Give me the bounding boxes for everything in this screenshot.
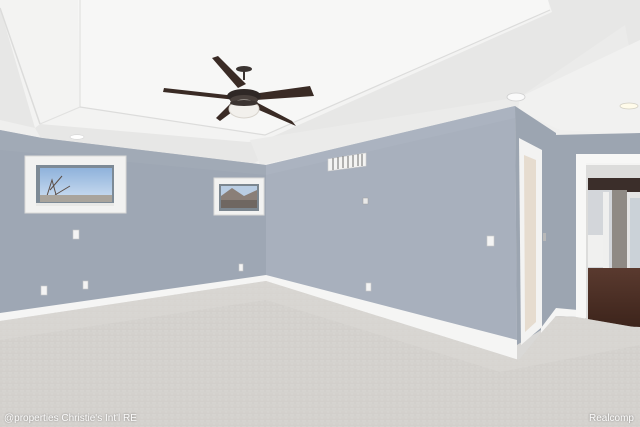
right-wall bbox=[515, 106, 640, 345]
recessed-light bbox=[69, 134, 85, 140]
smoke-detector bbox=[506, 92, 526, 102]
thermostat bbox=[362, 197, 369, 205]
recessed-light bbox=[619, 102, 639, 110]
hallway-doorway bbox=[576, 154, 640, 327]
light-switch bbox=[72, 229, 80, 240]
wall-outlet bbox=[238, 263, 244, 272]
room-photo bbox=[0, 0, 640, 427]
watermark-realcomp: Realcomp bbox=[588, 413, 634, 424]
door-hinge bbox=[543, 233, 546, 241]
window-left bbox=[24, 155, 127, 214]
light-switch bbox=[486, 235, 495, 247]
window-center bbox=[213, 177, 265, 216]
watermark-brokerage: @properties Christie's Int'l RE bbox=[4, 413, 137, 424]
doorway-closet bbox=[519, 138, 546, 345]
wall-outlet bbox=[82, 280, 89, 290]
wall-outlet bbox=[365, 282, 372, 292]
wall-outlet bbox=[40, 285, 48, 296]
